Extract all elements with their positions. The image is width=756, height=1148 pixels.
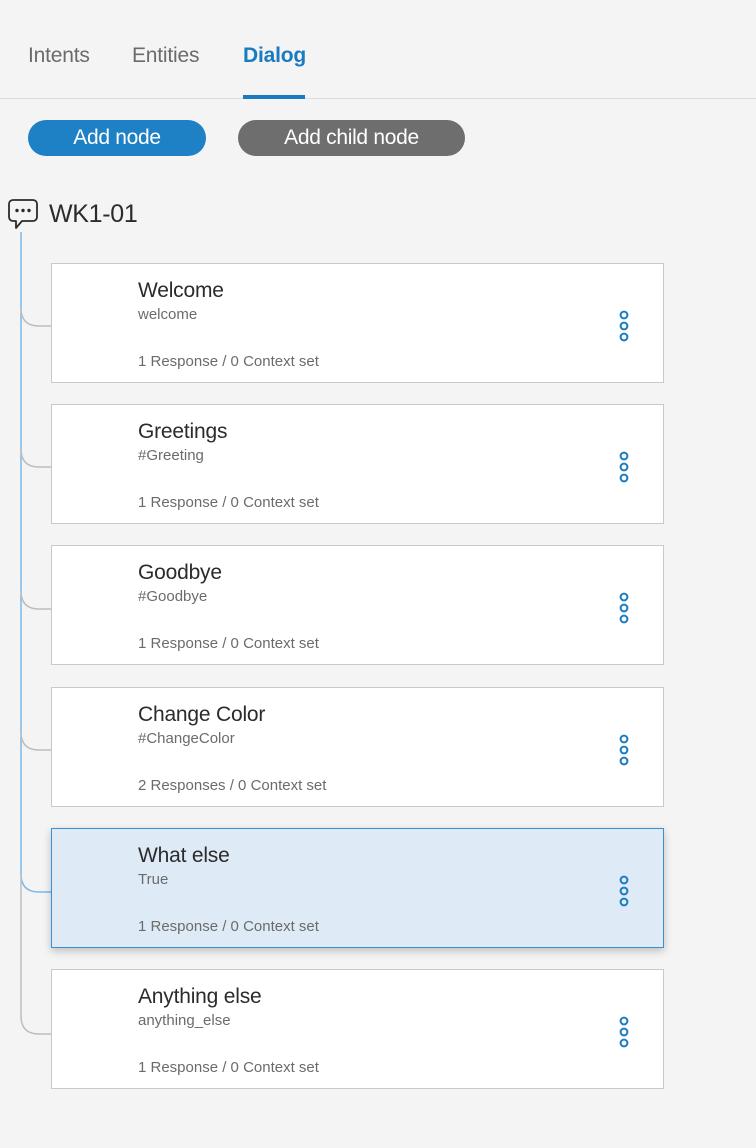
node-title: Anything else bbox=[138, 985, 262, 1008]
node-condition: True bbox=[138, 871, 169, 888]
more-options-icon[interactable] bbox=[615, 874, 633, 908]
active-tab-indicator bbox=[243, 95, 305, 99]
more-options-icon[interactable] bbox=[615, 591, 633, 625]
node-summary: 1 Response / 0 Context set bbox=[138, 353, 319, 370]
dialog-node-change-color[interactable]: Change Color #ChangeColor 2 Responses / … bbox=[51, 687, 664, 807]
more-options-icon[interactable] bbox=[615, 309, 633, 343]
node-condition: anything_else bbox=[138, 1012, 231, 1029]
chat-bubble-icon bbox=[8, 199, 38, 229]
node-title: What else bbox=[138, 844, 230, 867]
node-summary: 1 Response / 0 Context set bbox=[138, 918, 319, 935]
dialog-node-welcome[interactable]: Welcome welcome 1 Response / 0 Context s… bbox=[51, 263, 664, 383]
tab-dialog[interactable]: Dialog bbox=[243, 44, 306, 68]
node-condition: #Greeting bbox=[138, 447, 204, 464]
node-condition: welcome bbox=[138, 306, 198, 323]
add-node-button[interactable]: Add node bbox=[28, 120, 206, 156]
tab-bar: Intents Entities Dialog bbox=[0, 0, 756, 99]
dialog-node-what-else[interactable]: What else True 1 Response / 0 Context se… bbox=[51, 828, 664, 948]
dialog-node-greetings[interactable]: Greetings #Greeting 1 Response / 0 Conte… bbox=[51, 404, 664, 524]
node-summary: 2 Responses / 0 Context set bbox=[138, 777, 327, 794]
node-summary: 1 Response / 0 Context set bbox=[138, 494, 319, 511]
dialog-node-goodbye[interactable]: Goodbye #Goodbye 1 Response / 0 Context … bbox=[51, 545, 664, 665]
dialog-root-title: WK1-01 bbox=[49, 199, 138, 228]
node-condition: #ChangeColor bbox=[138, 730, 235, 747]
more-options-icon[interactable] bbox=[615, 733, 633, 767]
tab-intents[interactable]: Intents bbox=[28, 44, 90, 68]
node-title: Greetings bbox=[138, 420, 228, 443]
more-options-icon[interactable] bbox=[615, 1015, 633, 1049]
dialog-node-anything-else[interactable]: Anything else anything_else 1 Response /… bbox=[51, 969, 664, 1089]
node-summary: 1 Response / 0 Context set bbox=[138, 635, 319, 652]
more-options-icon[interactable] bbox=[615, 450, 633, 484]
node-condition: #Goodbye bbox=[138, 588, 208, 605]
node-title: Welcome bbox=[138, 279, 224, 302]
node-summary: 1 Response / 0 Context set bbox=[138, 1059, 319, 1076]
add-child-node-button[interactable]: Add child node bbox=[238, 120, 465, 156]
tab-entities[interactable]: Entities bbox=[132, 44, 199, 68]
node-title: Change Color bbox=[138, 703, 266, 726]
node-title: Goodbye bbox=[138, 561, 222, 584]
dialog-root[interactable]: WK1-01 bbox=[7, 197, 138, 231]
